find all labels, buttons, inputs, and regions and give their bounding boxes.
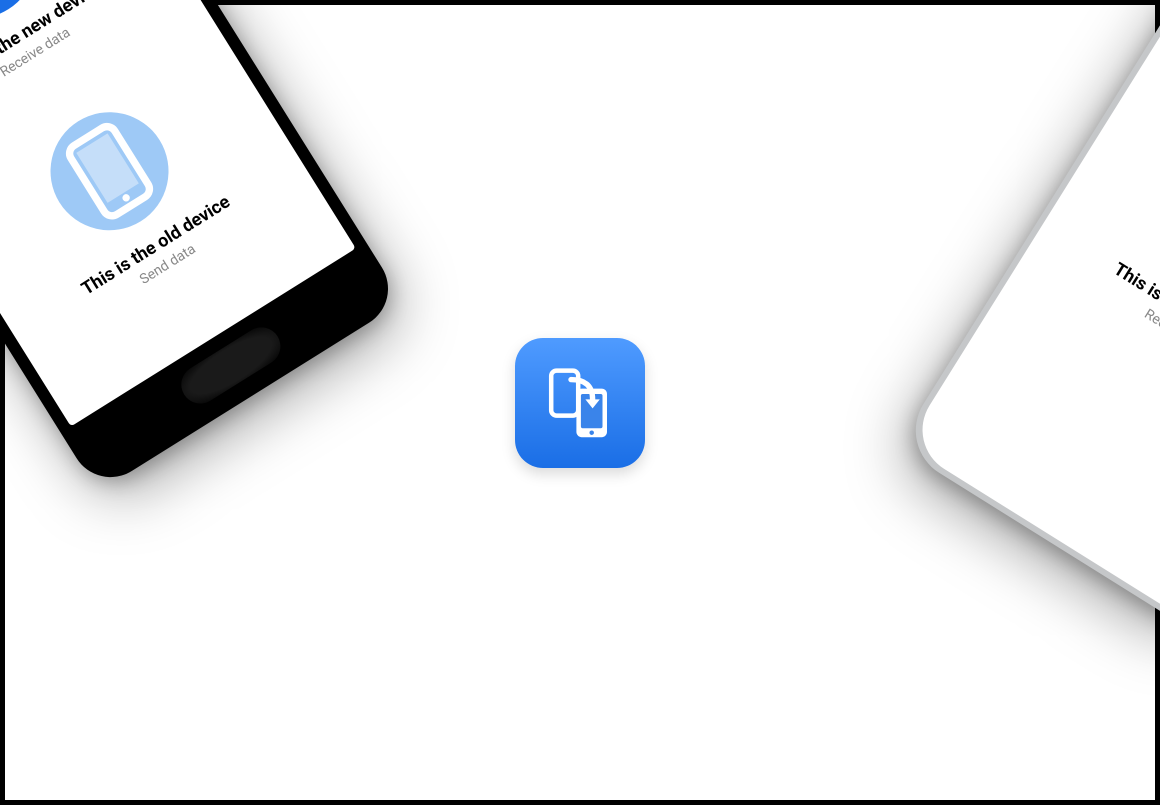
new-white-phone: 5G 18:08 ••• Phone Clone The easiest way…	[897, 0, 1160, 637]
old-black-phone: This is the new device Receive data This…	[0, 0, 403, 492]
illustration-frame: This is the new device Receive data This…	[0, 0, 1160, 805]
option-new-device[interactable]: ✦ This is the new device Receive data	[1028, 99, 1160, 434]
phone-clone-app-icon	[515, 338, 645, 468]
option-old-device[interactable]: This is the old device Send data	[0, 32, 315, 360]
